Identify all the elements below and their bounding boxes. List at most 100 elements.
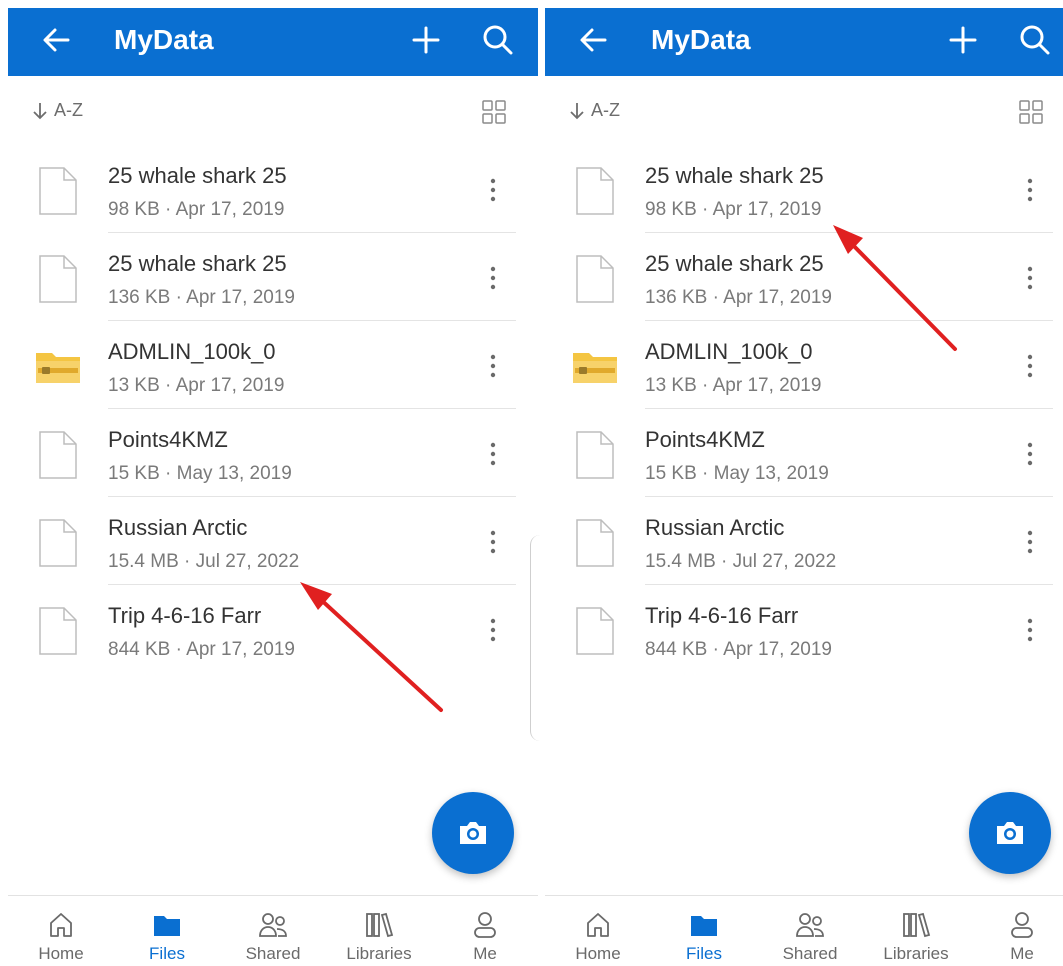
file-name: 25 whale shark 25: [645, 251, 824, 276]
nav-item-files[interactable]: Files: [664, 910, 744, 964]
back-arrow-icon[interactable]: [575, 22, 611, 58]
file-icon: [39, 431, 77, 479]
list-item[interactable]: ADMLIN_100k_0 13 KB · Apr 17, 2019: [8, 321, 538, 409]
file-icon: [576, 255, 614, 303]
file-meta: 15 KB · May 13, 2019: [645, 463, 829, 484]
file-name: Russian Arctic: [645, 515, 785, 540]
libraries-icon: [903, 912, 931, 938]
nav-label: Libraries: [346, 944, 412, 963]
more-options-icon[interactable]: [482, 263, 504, 293]
folder-icon: [154, 916, 180, 936]
nav-item-me[interactable]: Me: [982, 910, 1062, 964]
nav-label: Me: [1010, 944, 1034, 963]
phone-screen-right: MyData A-Z 25 whale shark 25 98 KB · Apr…: [545, 0, 1063, 966]
sort-button[interactable]: A-Z: [32, 100, 83, 121]
search-icon[interactable]: [478, 20, 518, 60]
list-item[interactable]: 25 whale shark 25 136 KB · Apr 17, 2019: [545, 233, 1063, 321]
more-options-icon[interactable]: [482, 439, 504, 469]
file-icon: [39, 607, 77, 655]
file-icon: [39, 167, 77, 215]
list-item[interactable]: Russian Arctic 15.4 MB · Jul 27, 2022: [8, 497, 538, 585]
panel-edge-handle: [530, 535, 540, 741]
file-name: 25 whale shark 25: [108, 251, 287, 276]
list-item[interactable]: Points4KMZ 15 KB · May 13, 2019: [8, 409, 538, 497]
person-icon: [1011, 912, 1033, 938]
file-meta: 98 KB · Apr 17, 2019: [108, 199, 285, 220]
file-meta: 15.4 MB · Jul 27, 2022: [108, 551, 300, 572]
bottom-navigation: Home Files Shared Libraries Me: [8, 895, 538, 966]
file-icon: [576, 607, 614, 655]
grid-view-icon[interactable]: [480, 98, 508, 126]
more-options-icon[interactable]: [482, 527, 504, 557]
file-name: ADMLIN_100k_0: [645, 339, 813, 364]
file-meta: 98 KB · Apr 17, 2019: [645, 199, 822, 220]
back-arrow-icon[interactable]: [38, 22, 74, 58]
nav-item-home[interactable]: Home: [21, 910, 101, 964]
file-name: Trip 4-6-16 Farr: [108, 603, 262, 628]
more-options-icon[interactable]: [1019, 175, 1041, 205]
nav-item-files[interactable]: Files: [127, 910, 207, 964]
camera-fab-button[interactable]: [432, 792, 514, 874]
more-options-icon[interactable]: [1019, 439, 1041, 469]
sort-bar: A-Z: [545, 92, 1063, 136]
camera-icon: [997, 822, 1023, 844]
more-options-icon[interactable]: [1019, 615, 1041, 645]
more-options-icon[interactable]: [482, 615, 504, 645]
file-icon: [39, 519, 77, 567]
sort-bar: A-Z: [8, 92, 538, 136]
file-list: 25 whale shark 25 98 KB · Apr 17, 2019 2…: [8, 145, 538, 673]
file-meta: 13 KB · Apr 17, 2019: [645, 375, 822, 396]
home-icon: [587, 913, 609, 937]
sort-button[interactable]: A-Z: [569, 100, 620, 121]
nav-label: Home: [575, 944, 621, 963]
app-bar: MyData: [8, 8, 538, 76]
add-icon[interactable]: [408, 20, 444, 60]
phone-screen-left: MyData A-Z 25 whale shark 25 98 KB · Apr…: [8, 0, 538, 966]
people-icon: [796, 913, 824, 937]
sort-label: A-Z: [591, 100, 620, 120]
more-options-icon[interactable]: [1019, 351, 1041, 381]
libraries-icon: [366, 912, 394, 938]
folder-icon: [691, 916, 717, 936]
more-options-icon[interactable]: [482, 351, 504, 381]
list-item[interactable]: ADMLIN_100k_0 13 KB · Apr 17, 2019: [545, 321, 1063, 409]
nav-item-home[interactable]: Home: [558, 910, 638, 964]
file-name: Points4KMZ: [645, 427, 765, 452]
page-title: MyData: [114, 24, 214, 55]
nav-item-me[interactable]: Me: [445, 910, 525, 964]
people-icon: [259, 913, 287, 937]
nav-item-shared[interactable]: Shared: [233, 910, 313, 964]
file-name: ADMLIN_100k_0: [108, 339, 276, 364]
zip-folder-icon: [36, 353, 80, 383]
home-icon: [50, 913, 72, 937]
nav-label: Files: [686, 944, 722, 963]
more-options-icon[interactable]: [1019, 527, 1041, 557]
file-list: 25 whale shark 25 98 KB · Apr 17, 2019 2…: [545, 145, 1063, 673]
file-icon: [576, 167, 614, 215]
file-meta: 13 KB · Apr 17, 2019: [108, 375, 285, 396]
more-options-icon[interactable]: [482, 175, 504, 205]
zip-folder-icon: [573, 353, 617, 383]
camera-fab-button[interactable]: [969, 792, 1051, 874]
search-icon[interactable]: [1015, 20, 1055, 60]
nav-item-libraries[interactable]: Libraries: [876, 910, 956, 964]
nav-label: Me: [473, 944, 497, 963]
list-item[interactable]: Trip 4-6-16 Farr 844 KB · Apr 17, 2019: [545, 585, 1063, 673]
nav-item-libraries[interactable]: Libraries: [339, 910, 419, 964]
more-options-icon[interactable]: [1019, 263, 1041, 293]
app-bar: MyData: [545, 8, 1063, 76]
list-item[interactable]: 25 whale shark 25 136 KB · Apr 17, 2019: [8, 233, 538, 321]
list-item[interactable]: 25 whale shark 25 98 KB · Apr 17, 2019: [8, 145, 538, 233]
list-item[interactable]: Trip 4-6-16 Farr 844 KB · Apr 17, 2019: [8, 585, 538, 673]
list-item[interactable]: 25 whale shark 25 98 KB · Apr 17, 2019: [545, 145, 1063, 233]
nav-item-shared[interactable]: Shared: [770, 910, 850, 964]
add-icon[interactable]: [945, 20, 981, 60]
list-item[interactable]: Russian Arctic 15.4 MB · Jul 27, 2022: [545, 497, 1063, 585]
nav-label: Shared: [782, 944, 838, 963]
grid-view-icon[interactable]: [1017, 98, 1045, 126]
file-meta: 15.4 MB · Jul 27, 2022: [645, 551, 837, 572]
camera-icon: [460, 822, 486, 844]
arrow-down-icon: [570, 102, 584, 119]
list-item[interactable]: Points4KMZ 15 KB · May 13, 2019: [545, 409, 1063, 497]
page-title: MyData: [651, 24, 751, 55]
